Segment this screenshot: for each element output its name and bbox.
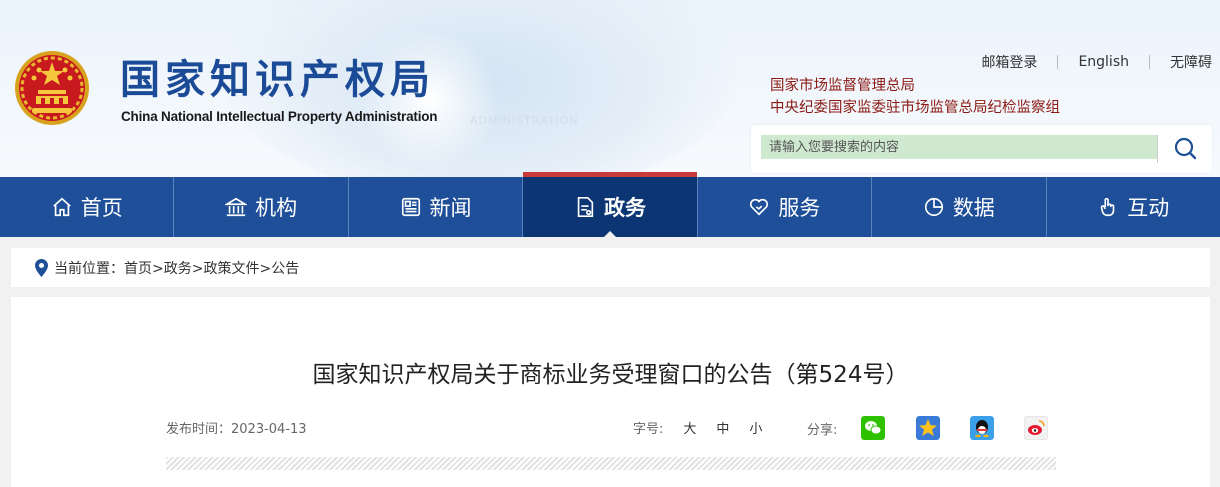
- mail-login-link[interactable]: 邮箱登录: [961, 52, 1057, 72]
- nav-item-institution[interactable]: 机构: [174, 177, 349, 237]
- share-label: 分享:: [807, 422, 838, 438]
- breadcrumb: 当前位置： 首页>政务>政策文件>公告: [11, 248, 1210, 287]
- samr-link[interactable]: 国家市场监督管理总局: [770, 74, 915, 95]
- newspaper-icon: [401, 197, 420, 217]
- nav-item-label: 新闻: [429, 196, 472, 220]
- nav-item-interaction[interactable]: 互动: [1047, 177, 1220, 237]
- article-divider: [166, 457, 1056, 470]
- font-size-controls: 字号: 大 中 小: [633, 418, 762, 437]
- breadcrumb-separator: >: [259, 260, 272, 277]
- location-pin-icon: [35, 258, 48, 277]
- qq-icon[interactable]: [970, 416, 995, 440]
- nav-item-government-affairs[interactable]: 政务: [523, 172, 698, 238]
- document-icon: [577, 197, 594, 217]
- article-panel: 国家知识产权局关于商标业务受理窗口的公告（第524号） 发布时间：2023-04…: [11, 297, 1210, 487]
- search-icon: [1174, 137, 1197, 160]
- english-link[interactable]: English: [1058, 54, 1149, 70]
- discipline-group-link[interactable]: 中央纪委国家监委驻市场监管总局纪检监察组: [770, 96, 1060, 117]
- top-links: 邮箱登录 English 无障碍: [961, 52, 1212, 72]
- search-input[interactable]: [761, 135, 1157, 159]
- hand-pointer-icon: [1100, 197, 1115, 217]
- font-size-small-button[interactable]: 小: [749, 418, 762, 437]
- wechat-icon[interactable]: [861, 416, 886, 440]
- nav-item-label: 机构: [255, 196, 298, 220]
- site-title-cn[interactable]: 国家知识产权局: [120, 58, 435, 102]
- accessibility-link[interactable]: 无障碍: [1150, 52, 1212, 72]
- nav-item-label: 首页: [80, 196, 123, 220]
- nav-item-services[interactable]: 服务: [698, 177, 873, 237]
- nav-item-label: 服务: [778, 196, 821, 220]
- breadcrumb-separator: >: [152, 260, 164, 277]
- breadcrumb-announcements[interactable]: 公告: [271, 261, 299, 277]
- breadcrumb-home[interactable]: 首页: [124, 261, 152, 277]
- search-box: [751, 125, 1212, 173]
- heart-hand-icon: [750, 198, 769, 216]
- weibo-icon[interactable]: [1024, 416, 1049, 440]
- font-size-medium-button[interactable]: 中: [716, 418, 729, 437]
- home-icon: [52, 197, 71, 217]
- article-title: 国家知识产权局关于商标业务受理窗口的公告（第524号）: [312, 362, 909, 388]
- nav-item-label: 互动: [1127, 196, 1170, 220]
- publish-date: 发布时间：2023-04-13: [166, 418, 307, 437]
- breadcrumb-separator: >: [191, 260, 204, 277]
- institution-icon: [225, 197, 248, 217]
- nav-item-label: 数据: [952, 196, 995, 220]
- national-emblem-icon[interactable]: [14, 50, 90, 126]
- main-nav: 首页 机构 新闻 政务 服务 数据 互动: [0, 172, 1220, 238]
- breadcrumb-policy-documents[interactable]: 政策文件: [203, 261, 259, 277]
- search-divider: [1157, 135, 1158, 163]
- font-size-large-button[interactable]: 大: [683, 418, 696, 437]
- nav-item-news[interactable]: 新闻: [349, 177, 524, 237]
- site-title-en[interactable]: China National Intellectual Property Adm…: [121, 109, 438, 124]
- publish-date-value: 2023-04-13: [231, 422, 307, 437]
- nav-item-data[interactable]: 数据: [872, 177, 1047, 237]
- pie-chart-icon: [924, 197, 943, 217]
- breadcrumb-prefix: 当前位置：: [54, 260, 124, 277]
- publish-date-label: 发布时间：: [166, 422, 232, 437]
- search-button[interactable]: [1165, 133, 1205, 165]
- share-bar: 分享:: [807, 416, 1049, 440]
- font-size-label: 字号:: [633, 422, 664, 437]
- site-header: ADMINISTRATION 国家知识产权局 China National In…: [0, 0, 1220, 177]
- qzone-icon[interactable]: [916, 416, 941, 440]
- nav-item-home[interactable]: 首页: [0, 177, 175, 237]
- nav-item-label: 政务: [603, 196, 646, 220]
- breadcrumb-government-affairs[interactable]: 政务: [164, 261, 192, 277]
